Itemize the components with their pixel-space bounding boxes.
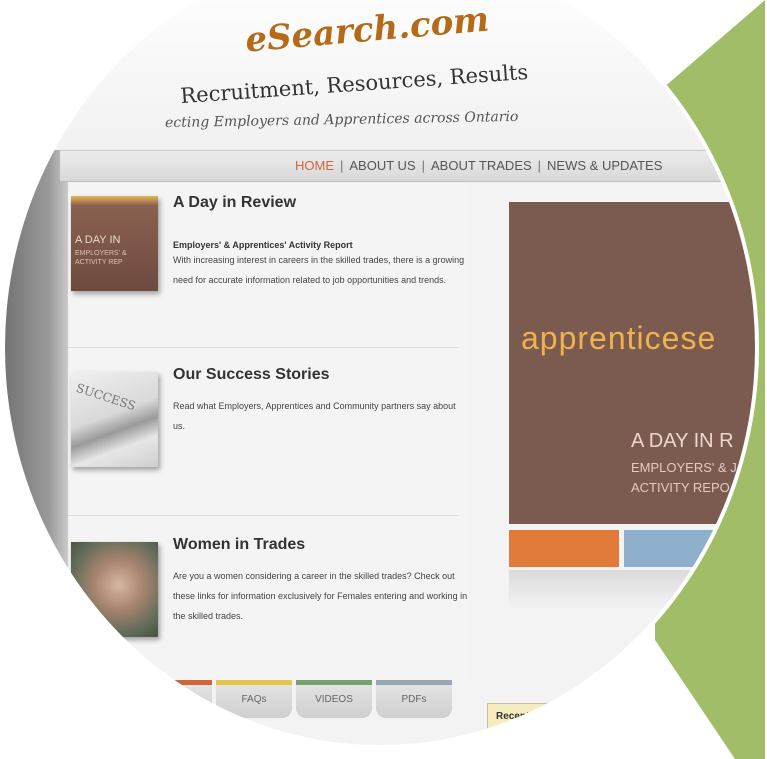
feature-description: Are you a women considering a career in …: [173, 571, 468, 621]
main-nav: HOME | ABOUT US | ABOUT TRADES | NEWS & …: [60, 150, 755, 182]
job-id-link[interactable]: ID:631: [496, 741, 526, 745]
slide: eSearch.com Recruitment, Resources, Resu…: [0, 0, 767, 759]
feature-title[interactable]: Our Success Stories: [173, 366, 330, 384]
banner-subheading-1: EMPLOYERS' & J: [631, 460, 737, 475]
site-tagline: Recruitment, Resources, Results: [179, 59, 529, 109]
banner-blue-block: [624, 530, 755, 567]
nav-separator: |: [340, 158, 344, 173]
tab-label: PDFs: [401, 694, 427, 705]
tab-stripe: [136, 680, 212, 685]
tab-stripe: [216, 680, 292, 685]
site-header: eSearch.com Recruitment, Resources, Resu…: [60, 0, 755, 150]
recent-jobs-title: Recent Jobs Ac: [496, 711, 571, 722]
nav-home[interactable]: HOME: [295, 158, 334, 173]
thumbnail-subtitle: EMPLOYERS' & ACTIVITY REP: [75, 250, 127, 266]
tab-links[interactable]: INKS: [136, 680, 212, 718]
website-screenshot-circle: eSearch.com Recruitment, Resources, Resu…: [5, 0, 755, 745]
tab-videos[interactable]: VIDEOS: [296, 680, 372, 718]
feature-women-in-trades[interactable]: Women in Trades Are you a women consider…: [68, 520, 467, 680]
tab-stripe: [296, 680, 372, 685]
tab-label: VIDEOS: [315, 694, 353, 705]
nav-about-trades[interactable]: ABOUT TRADES: [431, 158, 532, 173]
feature-list: A DAY IN EMPLOYERS' & ACTIVITY REP A Day…: [68, 182, 468, 680]
nav-separator: |: [421, 158, 425, 173]
banner-reflection: [509, 570, 755, 610]
nav-news-updates[interactable]: NEWS & UPDATES: [547, 158, 662, 173]
feature-title[interactable]: A Day in Review: [173, 194, 296, 212]
nav-about-us[interactable]: ABOUT US: [349, 158, 415, 173]
resource-tabs: INKS FAQs VIDEOS PDFs: [68, 680, 468, 720]
thumbnail-title: A DAY IN: [75, 234, 121, 246]
feature-day-in-review[interactable]: A DAY IN EMPLOYERS' & ACTIVITY REP A Day…: [68, 182, 464, 342]
feature-success-stories[interactable]: SUCCESS Our Success Stories Read what Em…: [68, 350, 458, 510]
site-subtagline: ecting Employers and Apprentices across …: [164, 108, 519, 132]
banner-orange-block: [509, 530, 619, 567]
tab-label: INKS: [162, 694, 186, 705]
tab-stripe: [376, 680, 452, 685]
feature-description: Read what Employers, Apprentices and Com…: [173, 401, 456, 431]
report-banner[interactable]: apprenticese A DAY IN R EMPLOYERS' & J A…: [509, 202, 755, 524]
nav-separator: |: [537, 158, 542, 173]
banner-brand: apprenticese: [521, 320, 717, 356]
success-stories-thumbnail[interactable]: SUCCESS: [71, 372, 158, 467]
divider: [68, 347, 458, 348]
women-in-trades-thumbnail[interactable]: [71, 542, 158, 637]
day-in-review-thumbnail[interactable]: A DAY IN EMPLOYERS' & ACTIVITY REP: [71, 196, 158, 291]
monitor-bezel: [5, 150, 70, 710]
site-logo[interactable]: eSearch.com: [244, 0, 491, 61]
banner-subheading-2: ACTIVITY REPO: [631, 480, 730, 495]
banner-heading: A DAY IN R: [631, 430, 734, 452]
tab-label: FAQs: [241, 694, 267, 705]
recent-jobs-panel: Recent Jobs Ac ID:631: [487, 703, 749, 745]
feature-subtitle: Employers' & Apprentices' Activity Repor…: [173, 240, 353, 250]
divider: [68, 515, 458, 516]
tab-pdfs[interactable]: PDFs: [376, 680, 452, 718]
feature-title[interactable]: Women in Trades: [173, 536, 305, 554]
thumbnail-title: SUCCESS: [74, 380, 138, 414]
tab-faqs[interactable]: FAQs: [216, 680, 292, 718]
feature-description: With increasing interest in careers in t…: [173, 255, 465, 285]
